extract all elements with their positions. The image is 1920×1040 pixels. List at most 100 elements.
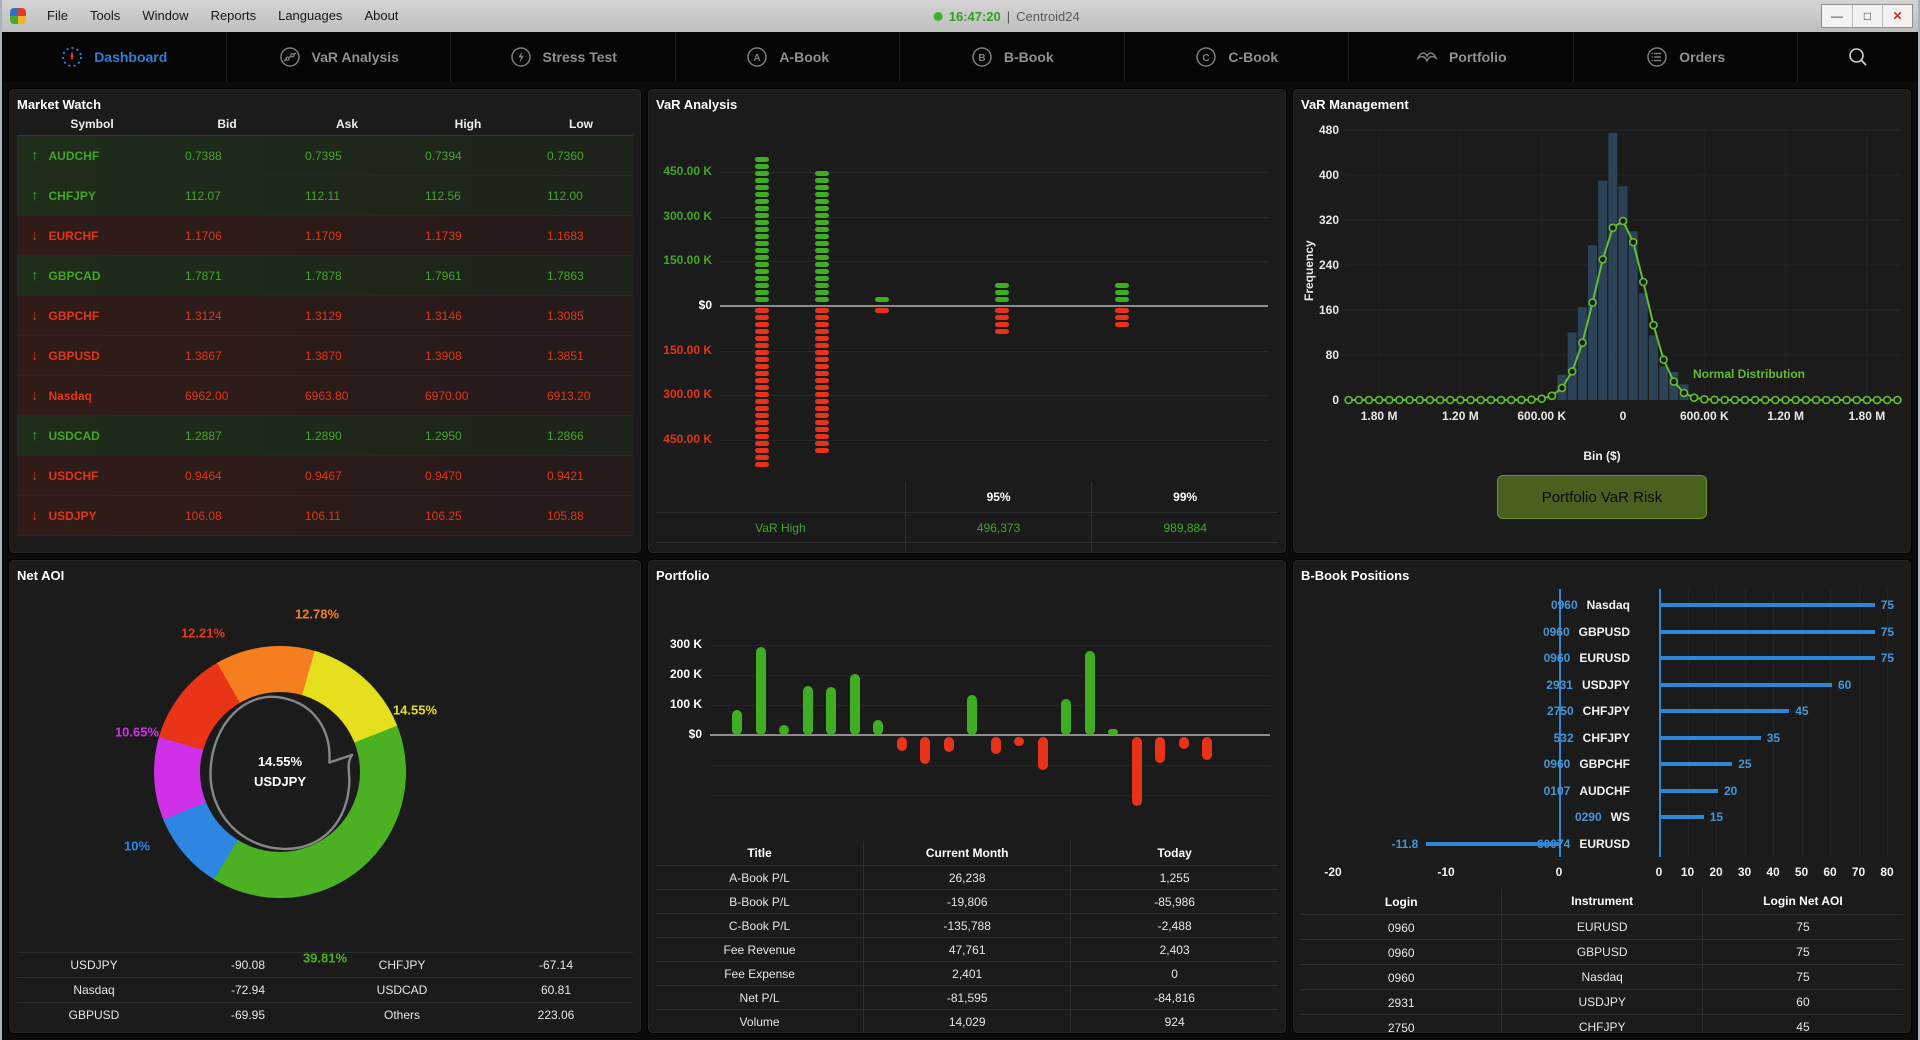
market-watch-row[interactable]: ↑ CHFJPY 112.07 112.11 112.56 112.00 bbox=[17, 176, 633, 216]
header-cell: Login bbox=[1384, 894, 1418, 909]
gain-dot bbox=[815, 206, 830, 211]
position-value: 15 bbox=[1709, 810, 1724, 824]
ask-value: 1.3870 bbox=[305, 348, 342, 363]
loss-dot bbox=[815, 420, 830, 425]
gridline bbox=[720, 172, 1268, 173]
search-icon bbox=[1846, 45, 1870, 69]
login-number: 0960 bbox=[1543, 651, 1571, 665]
symbol-name: CHFJPY bbox=[48, 188, 96, 203]
position-row-label: 0290 WS bbox=[1575, 810, 1630, 824]
market-watch-row[interactable]: ↓ EURCHF 1.1706 1.1709 1.1739 1.1683 bbox=[17, 216, 633, 256]
market-watch-row[interactable]: ↑ GBPCAD 1.7871 1.7878 1.7961 1.7863 bbox=[17, 256, 633, 296]
slice-label: 10.65% bbox=[114, 724, 160, 740]
gain-dot bbox=[815, 283, 830, 288]
var-analysis-chart: 450.00 K 300.00 K 150.00 K $0 150.00 K 300.00… bbox=[656, 116, 1278, 476]
header-cell: Current Month bbox=[863, 841, 1070, 865]
bid-value: 1.1706 bbox=[185, 228, 222, 243]
menu-file[interactable]: File bbox=[36, 0, 79, 32]
market-watch-row[interactable]: ↑ AUDCHF 0.7388 0.7395 0.7394 0.7360 bbox=[17, 136, 633, 176]
status-app-name: Centroid24 bbox=[1016, 8, 1080, 24]
market-watch-row[interactable]: ↓ USDCHF 0.9464 0.9467 0.9470 0.9421 bbox=[17, 456, 633, 496]
position-value: 25 bbox=[1738, 757, 1752, 771]
tab-orders[interactable]: Orders bbox=[1574, 32, 1798, 82]
portfolio-icon bbox=[1415, 45, 1439, 69]
cell: -984,160 bbox=[1091, 543, 1278, 553]
column-header-high: High bbox=[454, 116, 482, 131]
close-button[interactable]: ✕ bbox=[1882, 5, 1912, 27]
tab-label: Portfolio bbox=[1448, 49, 1507, 65]
menu-tools[interactable]: Tools bbox=[79, 0, 131, 32]
portfolio-bar bbox=[1155, 737, 1165, 763]
portfolio-bar bbox=[1178, 737, 1189, 749]
symbol-name: GBPCAD bbox=[48, 268, 101, 283]
cell: B-Book P/L bbox=[729, 895, 790, 909]
symbol-cell: ↑ CHFJPY bbox=[17, 187, 167, 204]
header-cell: Login Net AOI bbox=[1701, 889, 1903, 914]
bbook-positions-chart: 0960 Nasdaq 75 0960 GBPUSD 75 0960 EURUSD 75 2931… bbox=[1301, 585, 1903, 881]
maximize-button[interactable]: □ bbox=[1852, 5, 1882, 27]
menu-reports[interactable]: Reports bbox=[200, 0, 268, 32]
svg-text:600.00 K: 600.00 K bbox=[1680, 409, 1729, 423]
zero-line bbox=[710, 734, 1270, 736]
search-button[interactable] bbox=[1798, 32, 1918, 82]
low-value: 1.1683 bbox=[547, 228, 584, 243]
cell: 60.81 bbox=[540, 983, 572, 997]
gain-dot bbox=[755, 213, 770, 218]
portfolio-bar bbox=[1108, 729, 1118, 735]
minimize-button[interactable]: — bbox=[1822, 5, 1852, 27]
loss-dot bbox=[755, 378, 770, 383]
bid-value: 6962.00 bbox=[185, 388, 229, 403]
gain-dot bbox=[755, 276, 770, 281]
tab-label: Orders bbox=[1679, 49, 1726, 65]
gain-dot bbox=[995, 297, 1010, 302]
tab-a-book[interactable]: A A-Book bbox=[676, 32, 900, 82]
position-bar bbox=[1661, 735, 1761, 740]
cell: 2,403 bbox=[1070, 938, 1278, 962]
position-bar bbox=[1661, 709, 1790, 713]
gain-dot bbox=[755, 157, 770, 162]
cell: 0960 bbox=[1387, 945, 1415, 960]
position-row-label: 2931 USDJPY bbox=[1546, 678, 1630, 692]
menu-languages[interactable]: Languages bbox=[267, 0, 353, 32]
portfolio-bar bbox=[779, 724, 789, 735]
market-watch-row[interactable]: ↑ USDCAD 1.2887 1.2890 1.2950 1.2866 bbox=[17, 416, 633, 456]
menu-about[interactable]: About bbox=[353, 0, 409, 32]
connection-status: 16:47:20 | Centroid24 bbox=[933, 0, 1080, 32]
tab-dashboard[interactable]: Dashboard bbox=[2, 32, 227, 82]
market-watch-header: Symbol Bid Ask High Low bbox=[17, 112, 633, 136]
market-watch-row[interactable]: ↓ GBPUSD 1.3867 1.3870 1.3908 1.3851 bbox=[17, 336, 633, 376]
x-axis-tick: 20 bbox=[1709, 865, 1723, 879]
gain-dot bbox=[755, 290, 770, 295]
arrow-down-icon: ↓ bbox=[31, 307, 39, 324]
market-watch-row[interactable]: ↓ GBPCHF 1.3124 1.3129 1.3146 1.3085 bbox=[17, 296, 633, 336]
gain-dot bbox=[815, 185, 830, 190]
menu-window[interactable]: Window bbox=[131, 0, 199, 32]
portfolio-bar bbox=[1061, 699, 1071, 735]
loss-dot bbox=[755, 350, 770, 355]
cell: 75 bbox=[1701, 940, 1903, 965]
tab-stress-test[interactable]: Stress Test bbox=[451, 32, 676, 82]
tab-b-book[interactable]: B B-Book bbox=[900, 32, 1125, 82]
position-value: 75 bbox=[1880, 624, 1895, 639]
tab-c-book[interactable]: C C-Book bbox=[1125, 32, 1349, 82]
position-row-label: 0960 Nasdaq bbox=[1551, 598, 1630, 612]
portfolio-table-row: Fee Revenue 47,761 2,403 bbox=[656, 937, 1278, 962]
tab-var-analysis[interactable]: VaR Analysis bbox=[227, 32, 451, 82]
cell: USDJPY bbox=[70, 958, 118, 972]
nav-tabs: Dashboard VaR Analysis Stress Test A A-Book B… bbox=[2, 32, 1798, 82]
low-value: 0.9421 bbox=[547, 468, 584, 483]
y-axis-label: 450.00 K bbox=[663, 164, 712, 178]
market-watch-row[interactable]: ↓ USDJPY 106.08 106.11 106.25 105.88 bbox=[17, 496, 633, 536]
gridline bbox=[720, 395, 1268, 397]
tab-label: Dashboard bbox=[94, 49, 168, 65]
gain-dot bbox=[755, 206, 770, 211]
market-watch-row[interactable]: ↓ Nasdaq 6962.00 6963.80 6970.00 6913.20 bbox=[17, 376, 633, 416]
cell: 989,884 bbox=[1091, 513, 1278, 543]
loss-dot bbox=[815, 385, 830, 390]
position-bar bbox=[1661, 682, 1832, 687]
var-management-chart: 0 80 160 240 320 400 480 Frequency Normal Distri… bbox=[1301, 112, 1903, 449]
position-value: -11.8 bbox=[1391, 836, 1419, 851]
portfolio-var-risk-button[interactable]: Portfolio VaR Risk bbox=[1497, 475, 1707, 519]
cell: -85,986 bbox=[1070, 890, 1278, 914]
tab-portfolio[interactable]: Portfolio bbox=[1349, 32, 1574, 82]
